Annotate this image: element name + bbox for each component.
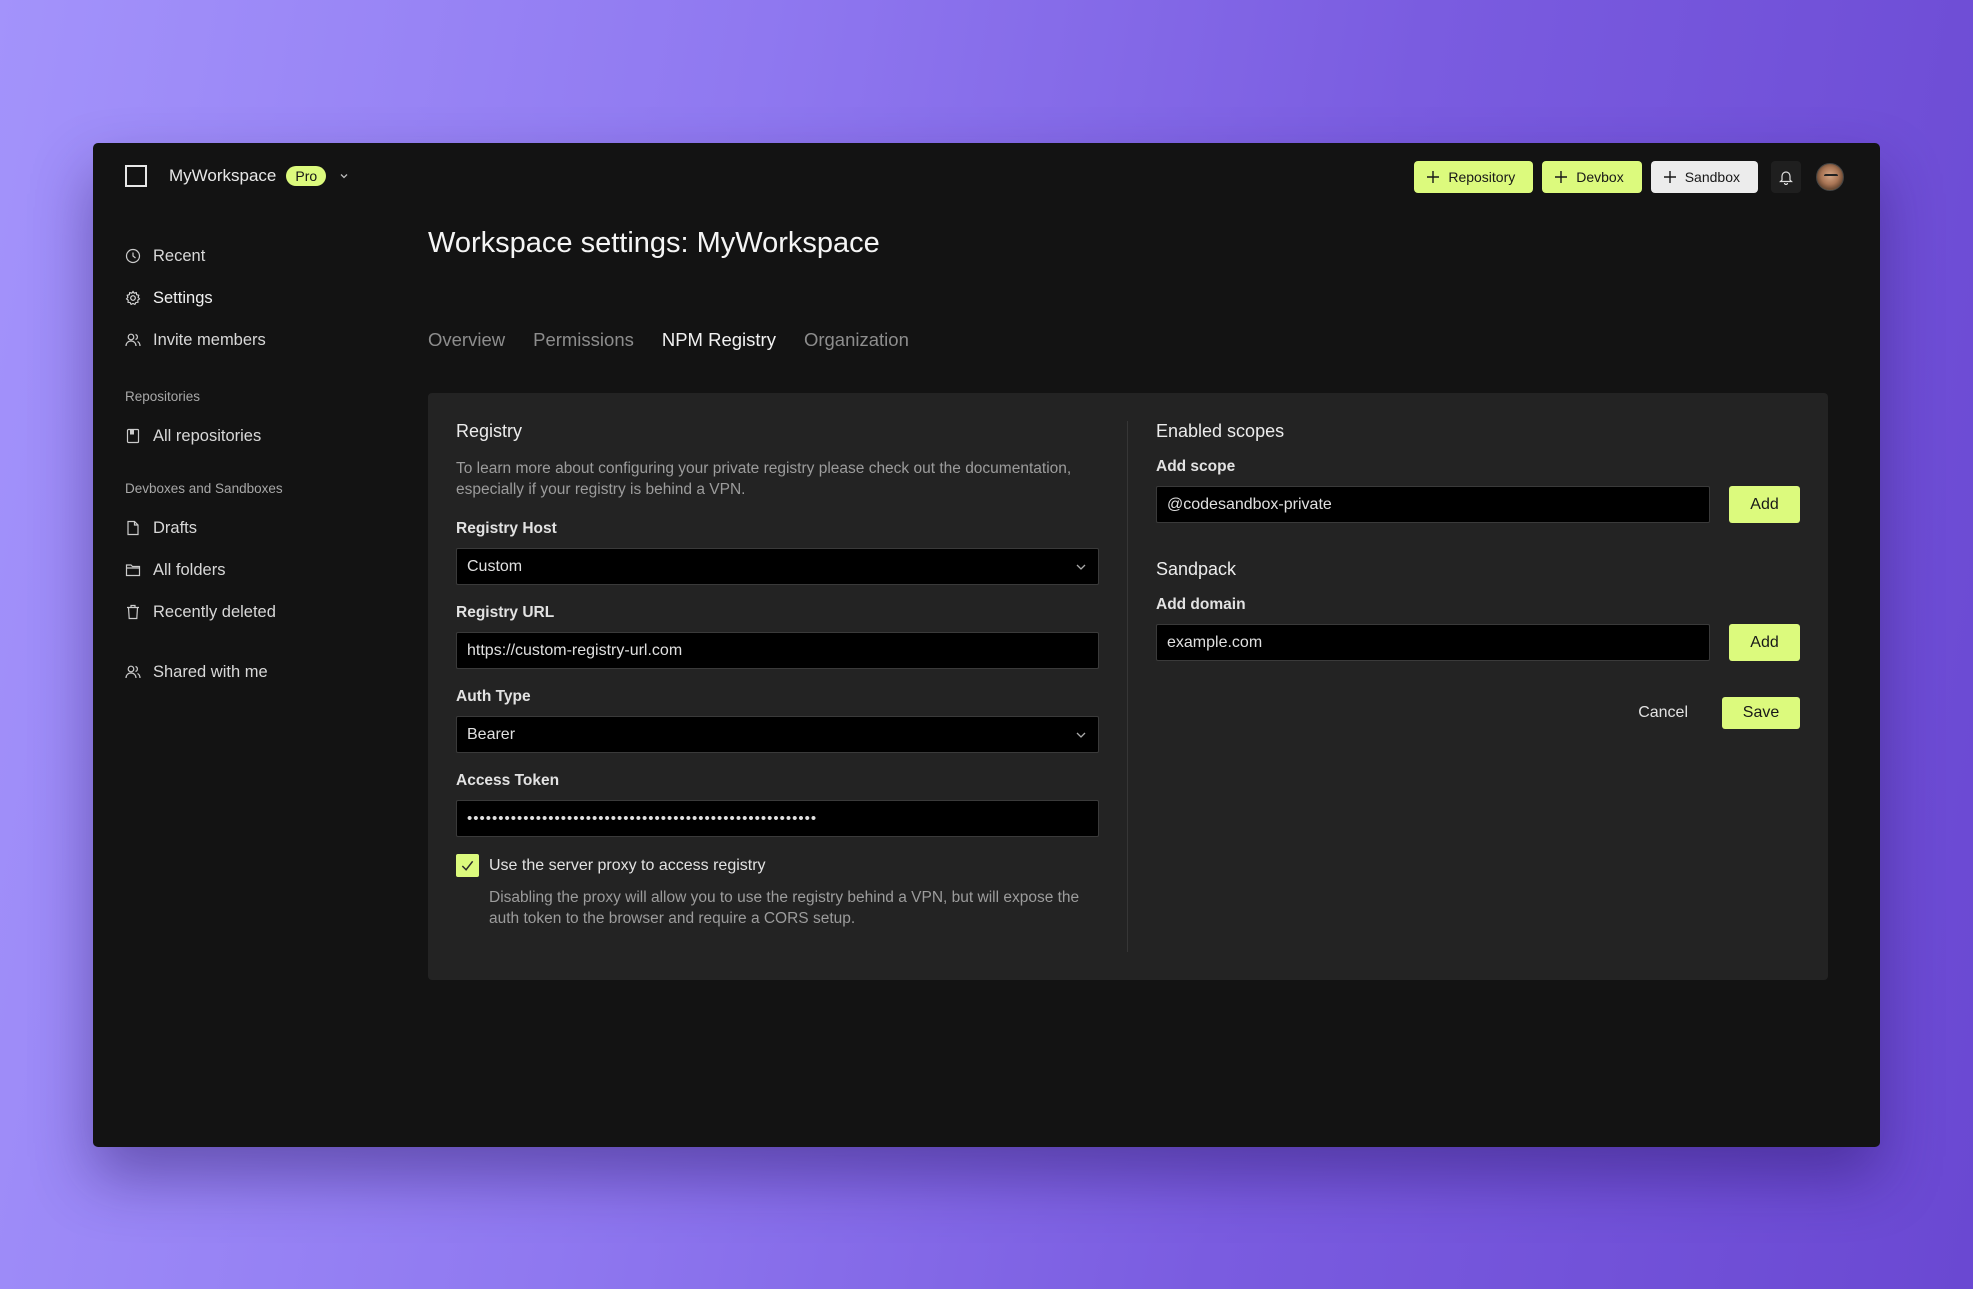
plus-icon [1427,171,1440,183]
add-domain-label: Add domain [1156,596,1246,613]
repository-icon [126,428,140,444]
cancel-button[interactable]: Cancel [1638,704,1688,722]
folder-icon [125,564,141,577]
plus-icon [1555,171,1568,183]
sidebar-section-devboxes: Devboxes and Sandboxes [125,481,283,496]
sidebar-item-label: Recent [153,246,206,265]
registry-section: Registry To learn more about configuring… [456,421,1099,929]
new-sandbox-button[interactable]: Sandbox [1650,161,1758,193]
sidebar-section-repositories: Repositories [125,389,201,404]
new-sandbox-label: Sandbox [1684,169,1740,185]
bell-icon [1779,171,1793,185]
sidebar-item-shared-with-me[interactable]: Shared with me [125,651,385,693]
sidebar-item-label: Settings [153,288,213,307]
add-scope-button[interactable]: Add [1729,486,1800,523]
npm-registry-panel: Registry To learn more about configuring… [428,393,1828,980]
add-scope-label: Add scope [1156,458,1236,475]
sidebar-item-all-folders[interactable]: All folders [125,549,385,591]
sandpack-title: Sandpack [1156,559,1237,579]
proxy-checkbox-row: Use the server proxy to access registry [456,854,1099,877]
tab-permissions[interactable]: Permissions [533,329,634,351]
chevron-down-icon [1076,564,1086,570]
page-title: Workspace settings: MyWorkspace [428,227,880,259]
gear-icon [125,290,141,306]
new-repository-label: Repository [1448,169,1516,185]
plus-icon [1663,171,1676,183]
registry-description: To learn more about configuring your pri… [456,460,1072,498]
add-domain-row: example.com Add [1156,624,1800,661]
registry-url-input[interactable]: https://custom-registry-url.com [456,632,1099,669]
sidebar-item-settings[interactable]: Settings [125,277,385,319]
sidebar-item-invite-members[interactable]: Invite members [125,319,385,361]
sidebar-item-label: Shared with me [153,662,268,681]
settings-tabs: Overview Permissions NPM Registry Organi… [428,329,909,351]
auth-type-value: Bearer [467,725,516,743]
sidebar-item-drafts[interactable]: Drafts [125,507,385,549]
scope-input[interactable]: @codesandbox-private [1156,486,1710,523]
users-icon [125,333,141,347]
workspace-switcher[interactable]: MyWorkspace Pro [125,165,350,187]
proxy-help-text: Disabling the proxy will allow you to us… [489,889,1080,927]
topbar-actions: Repository Devbox Sandbox [1414,161,1844,193]
add-domain-button[interactable]: Add [1729,624,1800,661]
notifications-button[interactable] [1771,161,1801,193]
chevron-down-icon [1076,732,1086,738]
sidebar-item-label: Recently deleted [153,602,276,621]
plan-badge: Pro [286,166,327,186]
enabled-scopes-title: Enabled scopes [1156,421,1285,441]
proxy-checkbox[interactable] [456,854,479,877]
form-actions: Cancel Save [1156,697,1800,729]
access-token-label: Access Token [456,772,560,789]
tab-overview[interactable]: Overview [428,329,505,351]
column-divider [1127,421,1128,952]
new-devbox-button[interactable]: Devbox [1542,161,1642,193]
registry-host-select[interactable]: Custom [456,548,1099,585]
sidebar-item-label: Invite members [153,330,266,349]
scopes-section: Enabled scopes Add scope @codesandbox-pr… [1156,421,1800,729]
users-icon [125,665,141,679]
codesandbox-logo-icon [125,165,147,187]
sidebar-item-recent[interactable]: Recent [125,235,385,277]
registry-host-label: Registry Host [456,520,557,537]
trash-icon [127,604,139,620]
new-repository-button[interactable]: Repository [1414,161,1534,193]
domain-input-value: example.com [1167,633,1263,651]
auth-type-select[interactable]: Bearer [456,716,1099,753]
sidebar: Recent Settings Invite members Repositor… [125,235,385,693]
registry-url-value: https://custom-registry-url.com [467,641,683,659]
app-window: MyWorkspace Pro Repository Devbox Sandbo… [93,143,1880,1147]
registry-url-label: Registry URL [456,604,555,621]
auth-type-label: Auth Type [456,688,531,705]
proxy-checkbox-label[interactable]: Use the server proxy to access registry [489,857,766,875]
file-icon [127,520,139,536]
sidebar-item-label: Drafts [153,518,198,537]
sidebar-item-all-repositories[interactable]: All repositories [125,415,385,457]
tab-organization[interactable]: Organization [804,329,909,351]
sidebar-item-label: All folders [153,560,226,579]
access-token-input[interactable]: ••••••••••••••••••••••••••••••••••••••••… [456,800,1099,837]
clock-icon [125,248,141,264]
sidebar-item-label: All repositories [153,426,262,445]
tab-npm-registry[interactable]: NPM Registry [662,329,776,351]
sidebar-item-recently-deleted[interactable]: Recently deleted [125,591,385,633]
domain-input[interactable]: example.com [1156,624,1710,661]
new-devbox-label: Devbox [1576,169,1624,185]
scope-input-value: @codesandbox-private [1167,495,1332,513]
registry-title: Registry [456,421,523,441]
checkmark-icon [461,860,474,871]
workspace-name: MyWorkspace [169,166,277,185]
chevron-down-icon[interactable] [338,170,350,182]
save-button[interactable]: Save [1722,697,1800,729]
add-scope-row: @codesandbox-private Add [1156,486,1800,523]
access-token-value: ••••••••••••••••••••••••••••••••••••••••… [467,810,818,827]
user-avatar[interactable] [1816,163,1844,191]
registry-host-value: Custom [467,557,523,575]
